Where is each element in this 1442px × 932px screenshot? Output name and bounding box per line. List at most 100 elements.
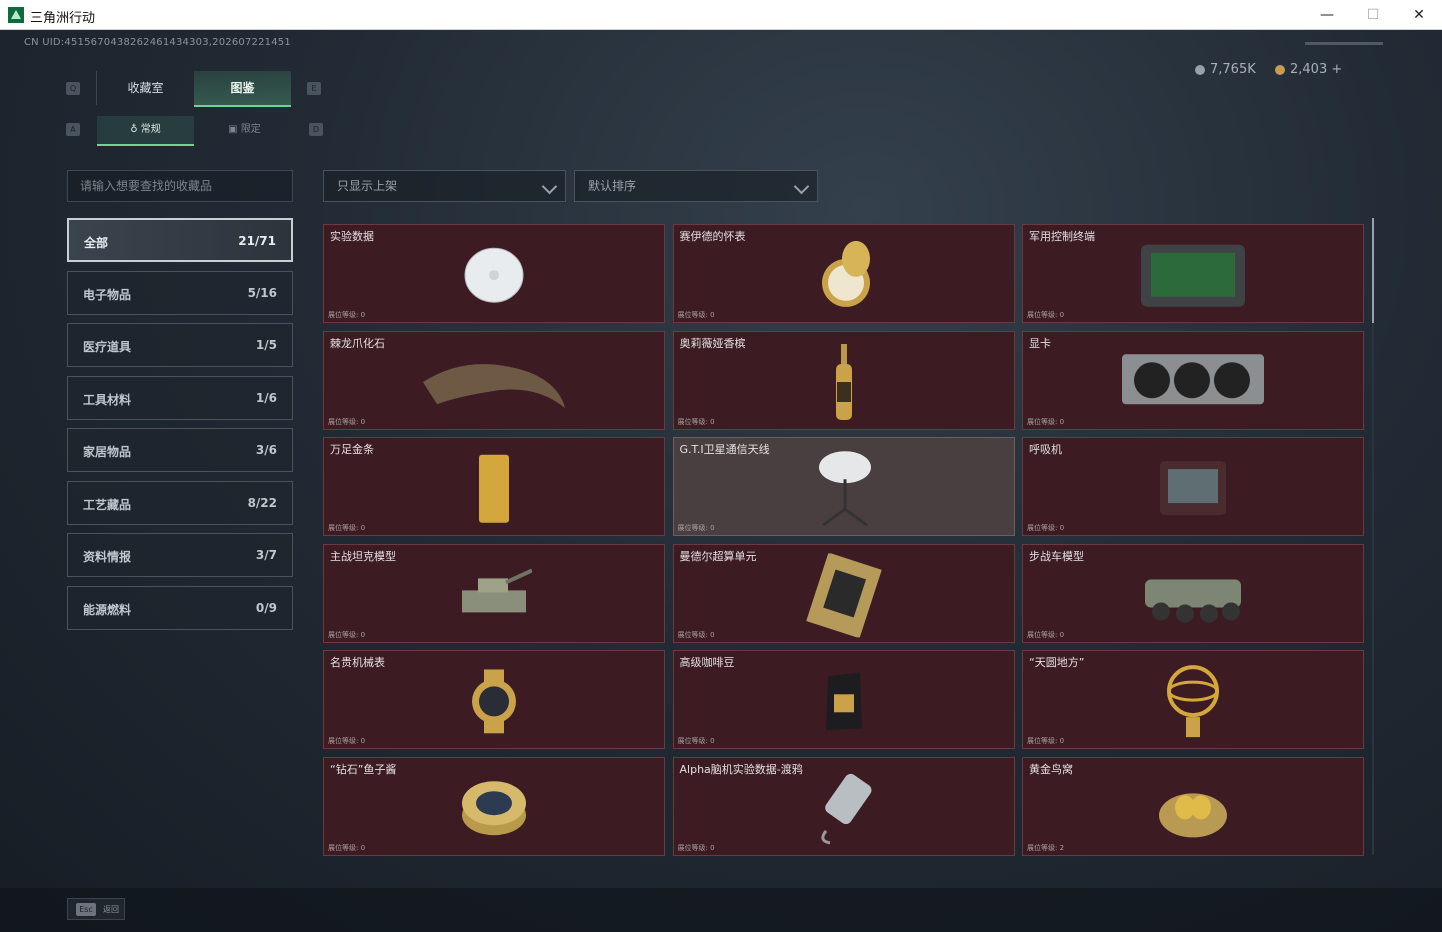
item-name: 高级咖啡豆 xyxy=(679,656,735,669)
armillary-sphere-icon xyxy=(1164,663,1222,745)
compute-unit-icon xyxy=(805,552,882,641)
shelf-filter-dropdown[interactable]: 只显示上架 xyxy=(323,170,566,202)
collection-item-card[interactable]: 实验数据 展位等级: 0 xyxy=(323,224,665,323)
esc-key-hint: Esc xyxy=(76,903,96,916)
tab-collection-room[interactable]: 收藏室 xyxy=(96,71,194,105)
ventilator-icon xyxy=(1158,459,1228,521)
category-item[interactable]: 资料情报 3/7 xyxy=(67,533,293,577)
category-item[interactable]: 工具材料 1/6 xyxy=(67,375,293,420)
collection-item-card[interactable]: 步战车模型展位等级: 0 xyxy=(1022,543,1364,643)
category-item[interactable]: 家居物品 3/6 xyxy=(67,428,293,472)
collection-item-card[interactable]: 军用控制终端 展位等级: 0 xyxy=(1022,224,1364,323)
silver-coin-icon xyxy=(1195,64,1205,75)
currency-gold-value: 2,403 + xyxy=(1290,62,1343,77)
coffee-bag-icon xyxy=(824,670,864,736)
item-name: 曼德尔超算单元 xyxy=(679,549,757,563)
collection-item-card[interactable]: 赛伊德的怀表 展位等级: 0 xyxy=(672,224,1015,323)
collection-item-card[interactable]: 主战坦克模型 展位等级: 0 xyxy=(323,543,665,643)
data-canister-icon xyxy=(808,771,880,849)
back-label: 返回 xyxy=(103,905,119,914)
item-level: 展位等级: 0 xyxy=(328,524,366,532)
item-name: 显卡 xyxy=(1029,336,1051,350)
category-item[interactable]: 电子物品 5/16 xyxy=(67,270,293,315)
collection-item-card[interactable]: 名贵机械表 展位等级: 0 xyxy=(323,650,665,749)
search-input[interactable]: 请输入想要查找的收藏品 xyxy=(67,170,293,202)
collection-item-card[interactable]: 显卡展位等级: 0 xyxy=(1022,330,1364,430)
app-logo-icon xyxy=(8,7,24,23)
back-button[interactable]: Esc 返回 xyxy=(67,898,125,920)
item-name: 主战坦克模型 xyxy=(330,549,396,563)
category-item[interactable]: 医疗道具 1/5 xyxy=(67,323,293,367)
control-terminal-icon xyxy=(1137,240,1249,314)
currency-gold[interactable]: 2,403 + xyxy=(1275,62,1342,77)
claw-fossil-icon xyxy=(419,352,569,414)
collection-item-card[interactable]: 高级咖啡豆展位等级: 0 xyxy=(672,650,1015,749)
item-name: G.T.I卫星通信天线 xyxy=(679,443,770,456)
item-level: 展位等级: 0 xyxy=(677,311,715,319)
badge-icon: ▣ xyxy=(228,124,238,135)
collection-item-card[interactable]: 曼德尔超算单元展位等级: 0 xyxy=(672,543,1015,643)
item-level: 展位等级: 0 xyxy=(328,843,366,852)
currency-silver-value: 7,765K xyxy=(1210,62,1256,77)
category-count: 1/6 xyxy=(255,390,277,405)
category-item[interactable]: 全部 21/71 xyxy=(67,218,293,262)
item-name: Alpha脑机实验数据-渡鸦 xyxy=(679,762,803,776)
graphics-card-icon xyxy=(1120,350,1266,416)
collection-item-card[interactable]: 呼吸机 展位等级: 0 xyxy=(1022,437,1364,536)
item-name: 步战车模型 xyxy=(1029,549,1084,563)
scrollbar-thumb[interactable] xyxy=(1372,218,1374,323)
app-viewport: CN UID:4515670438262461434303,2026072214… xyxy=(0,30,1442,932)
top-divider xyxy=(1305,42,1383,45)
uid-label: CN UID:4515670438262461434303,2026072214… xyxy=(24,37,291,48)
category-item[interactable]: 工艺藏品 8/22 xyxy=(67,480,293,525)
close-button[interactable]: ✕ xyxy=(1396,0,1442,30)
item-level: 展位等级: 0 xyxy=(1027,630,1065,639)
category-count: 8/22 xyxy=(247,495,277,510)
collection-item-card[interactable]: 棘龙爪化石 展位等级: 0 xyxy=(323,330,665,430)
collection-item-card[interactable]: 奥莉薇娅香槟 展位等级: 0 xyxy=(672,330,1015,430)
window-title: 三角洲行动 xyxy=(30,11,96,26)
champagne-icon xyxy=(834,344,854,424)
item-level: 展位等级: 0 xyxy=(328,311,366,319)
minimize-button[interactable]: — xyxy=(1304,0,1350,30)
wristwatch-icon xyxy=(466,668,522,737)
shelf-filter-label: 只显示上架 xyxy=(337,179,398,193)
item-level: 展位等级: 0 xyxy=(677,524,715,532)
item-name: 军用控制终端 xyxy=(1029,230,1095,243)
subtab-limited[interactable]: ▣ 限定 xyxy=(196,116,293,144)
chevron-down-icon xyxy=(541,178,558,195)
category-item[interactable]: 能源燃料 0/9 xyxy=(67,585,293,630)
golden-nest-icon xyxy=(1157,775,1229,843)
gold-coin-icon xyxy=(1275,64,1285,75)
collection-item-card[interactable]: “天圆地方” 展位等级: 0 xyxy=(1022,650,1364,749)
item-name: “天圆地方” xyxy=(1029,656,1085,669)
item-name: 呼吸机 xyxy=(1029,443,1062,456)
caviar-tin-icon xyxy=(460,777,528,841)
window-titlebar: 三角洲行动 — ☐ ✕ xyxy=(0,0,1442,30)
category-label: 电子物品 xyxy=(83,287,132,302)
tab-codex[interactable]: 图鉴 xyxy=(194,71,291,107)
collection-item-card[interactable]: 万足金条展位等级: 0 xyxy=(323,437,665,536)
chevron-down-icon xyxy=(793,178,810,195)
category-label: 医疗道具 xyxy=(83,340,132,354)
item-level: 展位等级: 2 xyxy=(1027,843,1065,852)
subtab-regular[interactable]: ♁ 常规 xyxy=(97,116,194,146)
apc-icon xyxy=(1141,562,1245,632)
category-count: 3/7 xyxy=(255,548,277,562)
collection-item-card[interactable]: “钻石”鱼子酱 展位等级: 0 xyxy=(323,756,665,856)
collection-item-card[interactable]: G.T.I卫星通信天线展位等级: 0 xyxy=(672,437,1015,536)
item-level: 展位等级: 0 xyxy=(677,630,715,639)
collection-item-card[interactable]: Alpha脑机实验数据-渡鸦 展位等级: 0 xyxy=(672,756,1015,856)
category-label: 资料情报 xyxy=(83,550,132,564)
category-label: 家居物品 xyxy=(83,445,132,459)
item-level: 展位等级: 0 xyxy=(677,737,715,745)
category-label: 工艺藏品 xyxy=(83,497,132,512)
item-level: 展位等级: 0 xyxy=(1027,417,1065,426)
item-name: 黄金鸟窝 xyxy=(1029,762,1073,776)
item-name: 棘龙爪化石 xyxy=(330,336,385,350)
item-name: 万足金条 xyxy=(330,443,374,456)
category-count: 3/6 xyxy=(255,443,277,457)
sort-dropdown[interactable]: 默认排序 xyxy=(574,170,818,202)
collection-item-card[interactable]: 黄金鸟窝展位等级: 2 xyxy=(1022,756,1364,856)
maximize-button[interactable]: ☐ xyxy=(1350,0,1396,30)
